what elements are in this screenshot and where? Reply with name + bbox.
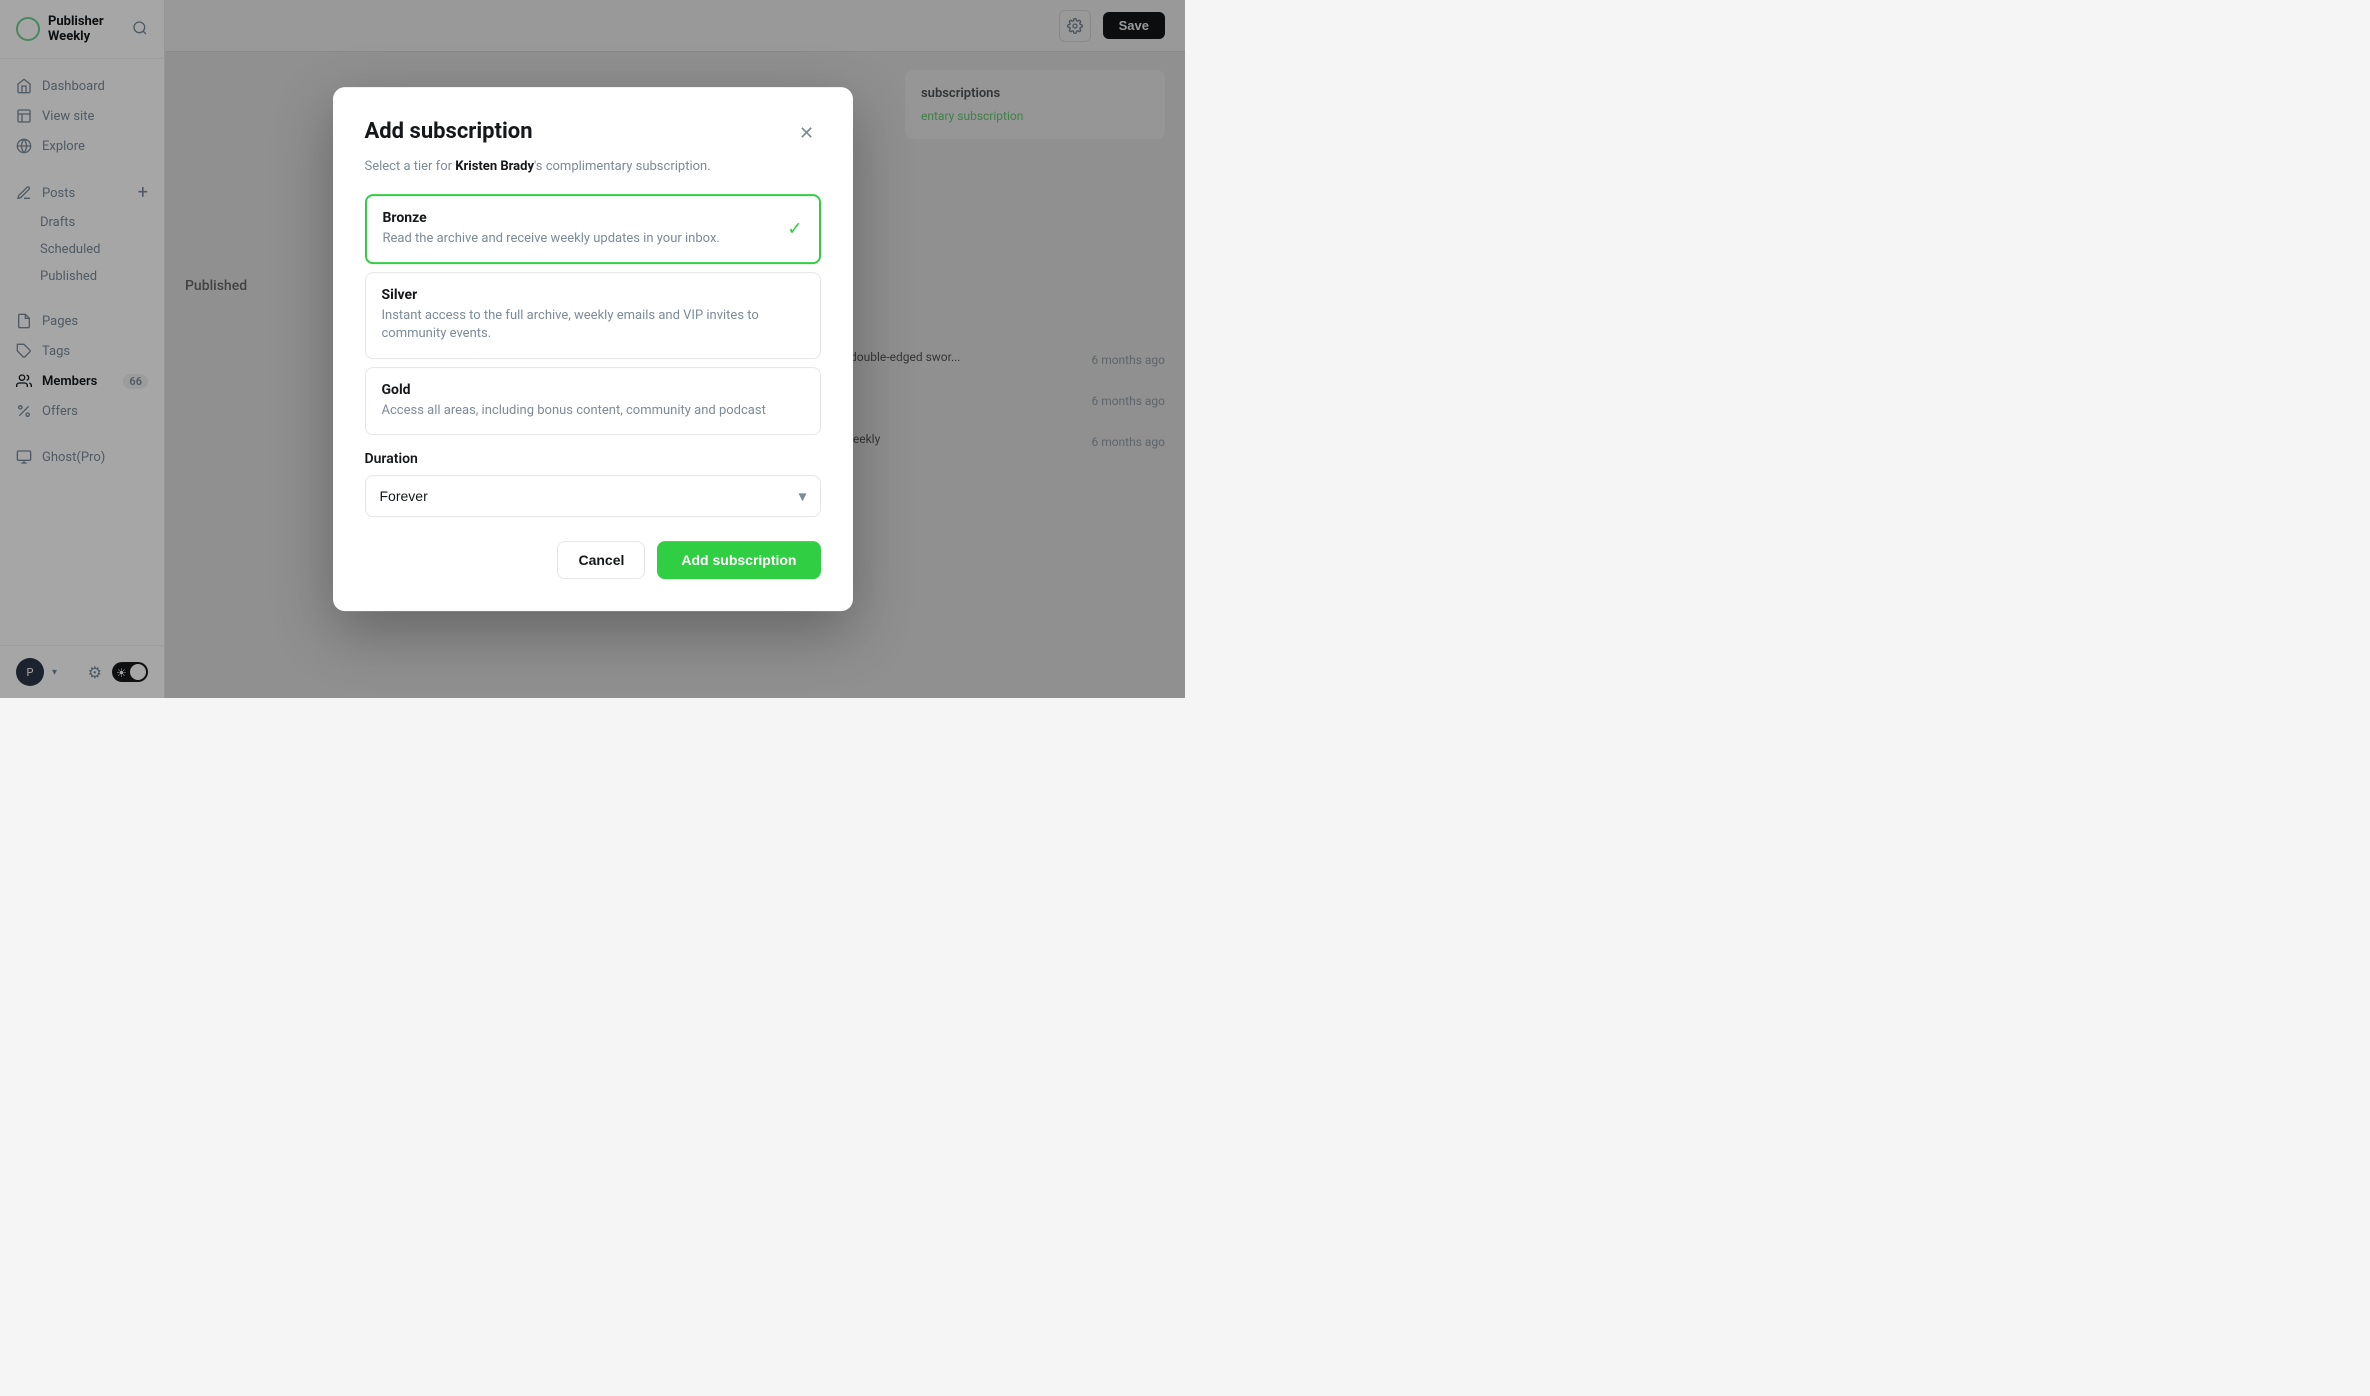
- tier-check-bronze: ✓: [787, 219, 802, 240]
- tier-desc-bronze: Read the archive and receive weekly upda…: [383, 230, 803, 248]
- add-subscription-button[interactable]: Add subscription: [657, 541, 820, 579]
- tier-option-bronze[interactable]: Bronze Read the archive and receive week…: [365, 194, 821, 264]
- duration-select[interactable]: Forever 1 year 1 month: [365, 475, 821, 517]
- tier-desc-gold: Access all areas, including bonus conten…: [382, 402, 804, 420]
- tier-name-gold: Gold: [382, 382, 804, 398]
- modal-subtitle: Select a tier for Kristen Brady's compli…: [365, 159, 821, 174]
- modal-title: Add subscription: [365, 119, 533, 144]
- tier-name-bronze: Bronze: [383, 210, 803, 226]
- modal-user-name: Kristen Brady: [455, 159, 534, 174]
- duration-select-wrapper: Forever 1 year 1 month ▾: [365, 475, 821, 517]
- tier-option-gold[interactable]: Gold Access all areas, including bonus c…: [365, 367, 821, 435]
- add-subscription-modal: Add subscription ✕ Select a tier for Kri…: [333, 87, 853, 611]
- tier-name-silver: Silver: [382, 287, 804, 303]
- tier-options: Bronze Read the archive and receive week…: [365, 194, 821, 435]
- duration-label: Duration: [365, 451, 821, 467]
- cancel-button[interactable]: Cancel: [557, 541, 645, 579]
- tier-desc-silver: Instant access to the full archive, week…: [382, 307, 804, 343]
- modal-buttons: Cancel Add subscription: [365, 541, 821, 579]
- tier-option-silver[interactable]: Silver Instant access to the full archiv…: [365, 272, 821, 358]
- modal-close-button[interactable]: ✕: [793, 119, 821, 147]
- modal-header: Add subscription ✕: [365, 119, 821, 147]
